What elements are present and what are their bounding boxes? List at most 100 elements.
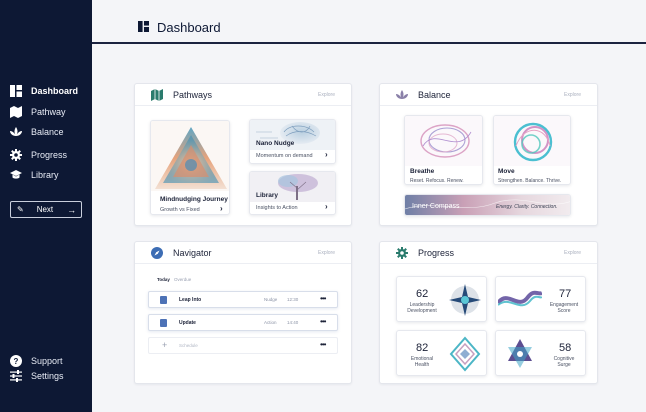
sliders-icon <box>10 370 22 382</box>
sidebar-item-label: Settings <box>31 371 64 381</box>
move-artwork <box>494 116 570 166</box>
task-row[interactable]: Leap Into Nudge 12:30 ••• <box>148 291 338 308</box>
stat-value: 62 <box>416 288 429 300</box>
sidebar-item-label: Support <box>31 356 63 366</box>
explore-link[interactable]: Explore <box>318 250 335 256</box>
tile-subtitle: Momentum on demand <box>256 153 313 159</box>
task-time: 12:30 <box>287 297 299 302</box>
stat-cognitive[interactable]: 58 Cognitive Surge <box>495 330 586 376</box>
chevron-right-icon: › <box>325 150 328 159</box>
explore-link[interactable]: Explore <box>564 92 581 98</box>
stat-label: Engagement Score <box>549 302 579 314</box>
sidebar-item-support[interactable]: ? Support <box>10 353 63 369</box>
navigator-card: Navigator Explore <box>134 241 352 384</box>
tile-title: Nano Nudge <box>256 140 295 147</box>
inner-compass-tile[interactable]: Inner Compass Energy. Clarity. Connectio… <box>404 194 571 216</box>
breathe-artwork <box>405 116 482 166</box>
task-row[interactable]: Update Action 14:40 ••• <box>148 314 338 331</box>
tile-subtitle: Reset. Refocus. Renew. <box>410 178 464 184</box>
card-header: Pathways Explore <box>135 84 351 106</box>
add-task-row[interactable]: + Schedule ••• <box>148 337 338 354</box>
task-source: Action <box>264 320 277 325</box>
edit-icon: ✎ <box>17 205 24 214</box>
card-header: Navigator Explore <box>135 242 351 264</box>
balance-card: Balance Explore Breathe Reset. Refocus. … <box>379 83 598 226</box>
page-title: Dashboard <box>157 20 221 35</box>
task-source: Nudge <box>264 297 278 302</box>
stat-engagement[interactable]: 77 Engagement Score <box>495 276 586 322</box>
stat-value: 82 <box>416 342 429 354</box>
explore-link[interactable]: Explore <box>564 250 581 256</box>
document-icon <box>160 319 167 327</box>
card-header: Progress Explore <box>380 242 597 264</box>
more-options-icon[interactable]: ••• <box>320 340 326 349</box>
progress-card: Progress Explore 62 Leadership Developmen… <box>379 241 598 384</box>
tile-title: Library <box>256 192 279 199</box>
gear-icon <box>10 149 22 161</box>
diamond-artwork <box>446 335 484 373</box>
next-button[interactable]: ✎ Next → <box>10 201 82 218</box>
task-label: Leap Into <box>179 297 202 303</box>
stat-label: Leadership Development <box>407 302 437 314</box>
next-button-label: Next <box>36 205 54 214</box>
task-label: Update <box>179 320 196 326</box>
breathe-tile[interactable]: Breathe Reset. Refocus. Renew. <box>404 115 483 185</box>
sidebar-item-pathway[interactable]: Pathway <box>10 104 66 120</box>
map-icon <box>10 106 22 118</box>
card-title: Pathways <box>173 90 213 100</box>
more-options-icon[interactable]: ••• <box>320 294 326 303</box>
sidebar-item-dashboard[interactable]: Dashboard <box>10 83 78 99</box>
stat-emotional[interactable]: 82 Emotional Health <box>396 330 487 376</box>
card-title: Balance <box>418 90 451 100</box>
tile-title: Inner Compass <box>412 203 460 210</box>
sidebar-item-label: Dashboard <box>31 86 79 96</box>
stat-leadership[interactable]: 62 Leadership Development <box>396 276 487 322</box>
dashboard-icon <box>10 85 22 97</box>
tab-today[interactable]: Today <box>157 277 170 282</box>
sidebar-item-balance[interactable]: Balance <box>10 124 64 140</box>
explore-link[interactable]: Explore <box>318 92 335 98</box>
stat-label: Cognitive Surge <box>553 356 575 368</box>
card-title: Navigator <box>173 248 212 258</box>
mindnudging-journey-tile[interactable]: Mindnudging Journey Growth vs Fixed › <box>150 120 230 215</box>
nano-nudge-tile[interactable]: Nano Nudge Momentum on demand › <box>249 119 336 164</box>
wave-artwork <box>498 281 542 319</box>
chevron-right-icon: › <box>220 204 223 213</box>
compass-icon <box>151 247 163 259</box>
tile-subtitle: Insights to Action <box>256 205 298 211</box>
add-task-placeholder: Schedule <box>179 343 198 348</box>
lotus-icon <box>396 90 408 99</box>
page-header: Dashboard <box>92 0 646 44</box>
more-options-icon[interactable]: ••• <box>320 317 326 326</box>
stat-value: 58 <box>559 342 572 354</box>
chevron-right-icon: › <box>325 202 328 211</box>
library-tile[interactable]: Library Insights to Action › <box>249 171 336 215</box>
dashboard-icon <box>138 21 149 32</box>
svg-text:?: ? <box>14 357 19 366</box>
tile-subtitle: Growth vs Fixed <box>160 207 200 213</box>
sidebar-item-label: Pathway <box>31 107 66 117</box>
graduation-cap-icon <box>10 170 22 179</box>
gear-icon <box>396 247 408 259</box>
tile-title: Mindnudging Journey <box>160 196 228 203</box>
card-title: Progress <box>418 248 455 258</box>
sidebar-item-progress[interactable]: Progress <box>10 147 67 163</box>
move-tile[interactable]: Move Strengthen. Balance. Thrive. <box>493 115 571 185</box>
tile-subtitle: Energy. Clarity. Connection. <box>496 204 558 210</box>
pathways-card: Pathways Explore Mindnudging Journey Gro… <box>134 83 352 226</box>
stat-value: 77 <box>559 288 572 300</box>
stat-label: Emotional Health <box>410 356 434 368</box>
card-header: Balance Explore <box>380 84 597 106</box>
sidebar-item-library[interactable]: Library <box>10 167 59 183</box>
task-time: 14:40 <box>287 320 299 325</box>
arrow-right-icon: → <box>67 204 77 215</box>
tab-overdue[interactable]: Overdue <box>174 277 191 282</box>
sidebar-item-label: Progress <box>31 150 68 160</box>
tile-title: Breathe <box>410 168 435 175</box>
sidebar-item-settings[interactable]: Settings <box>10 368 64 384</box>
lotus-icon <box>10 127 22 136</box>
document-icon <box>160 296 167 304</box>
sidebar-item-label: Balance <box>31 127 64 137</box>
map-icon <box>151 89 163 101</box>
tile-subtitle: Strengthen. Balance. Thrive. <box>498 178 562 184</box>
